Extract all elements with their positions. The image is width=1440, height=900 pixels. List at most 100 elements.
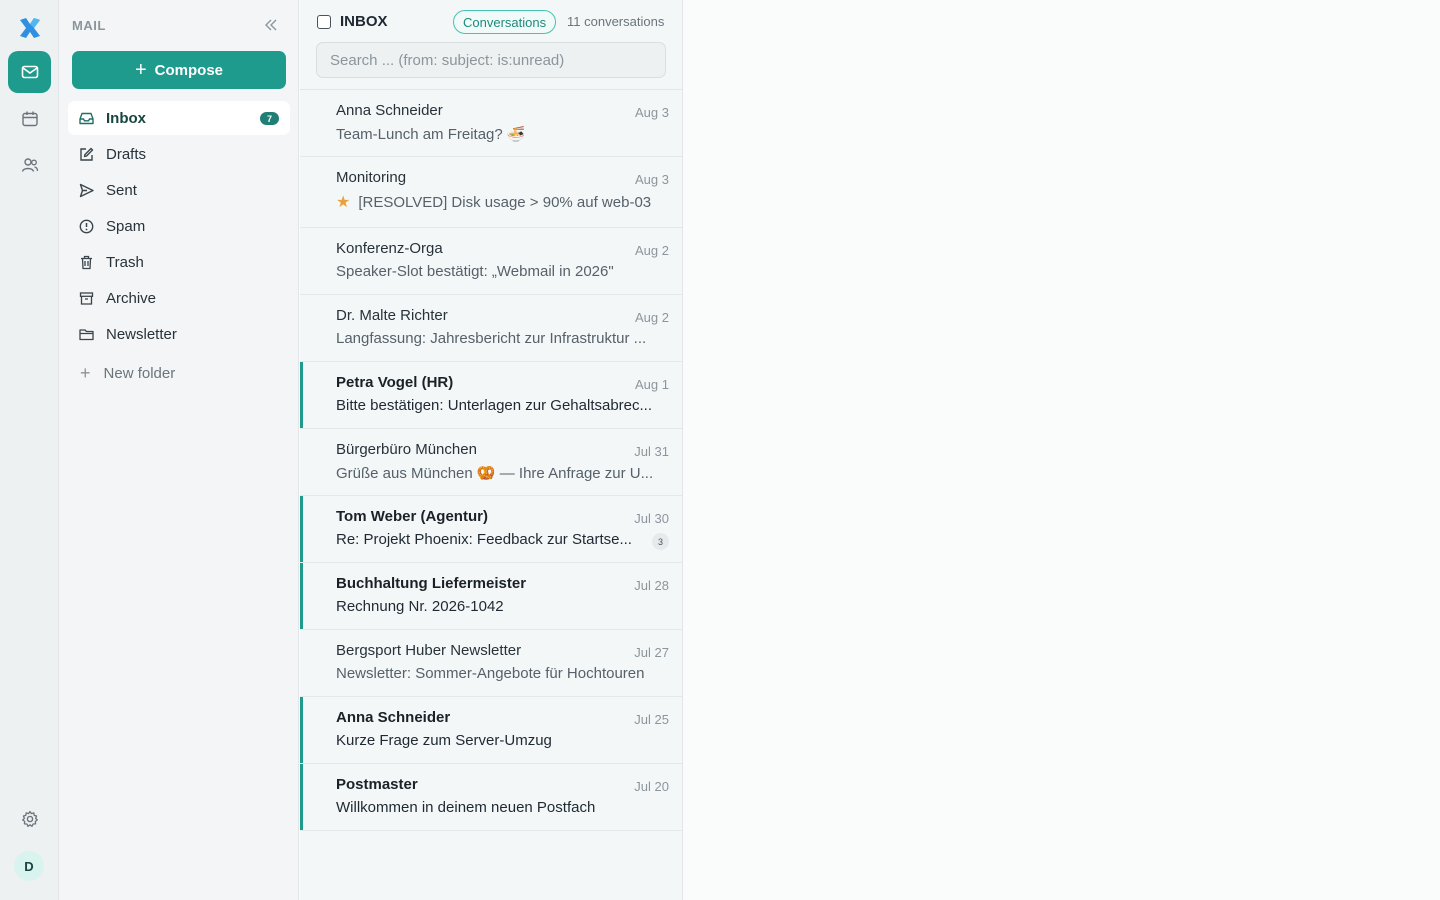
sender-name: Monitoring xyxy=(336,169,407,186)
sender-name: Postmaster xyxy=(336,776,418,793)
sender-name: Konferenz-Orga xyxy=(336,240,443,257)
inbox-icon xyxy=(78,110,95,127)
trash-icon xyxy=(78,254,95,271)
message-subject: Team-Lunch am Freitag? 🍜 xyxy=(336,125,669,143)
mail-icon xyxy=(21,65,38,79)
folder-label: Archive xyxy=(106,289,157,307)
message-date: Jul 28 xyxy=(634,578,669,593)
gear-icon xyxy=(21,810,38,827)
folder-sent[interactable]: Sent xyxy=(68,173,290,207)
message-row[interactable]: Monitoring Aug 3 ★ [RESOLVED] Disk usage … xyxy=(300,157,683,228)
user-avatar[interactable]: D xyxy=(14,851,44,881)
message-date: Jul 30 xyxy=(634,511,669,526)
message-subject: Newsletter: Sommer-Angebote für Hochtour… xyxy=(336,665,669,682)
subject-text: Newsletter: Sommer-Angebote für Hochtour… xyxy=(336,665,645,682)
folder-title: INBOX xyxy=(340,13,388,30)
message-subject: Grüße aus München 🥨 — Ihre Anfrage zur U… xyxy=(336,464,669,482)
message-list-pane: INBOX Conversations 11 conversations Ann… xyxy=(300,0,683,900)
subject-text: Kurze Frage zum Server-Umzug xyxy=(336,732,552,749)
mail-nav-button[interactable] xyxy=(8,51,51,93)
message-subject: Rechnung Nr. 2026-1042 xyxy=(336,598,669,615)
message-subject: Willkommen in deinem neuen Postfach xyxy=(336,799,669,816)
compose-button[interactable]: + Compose xyxy=(72,51,286,89)
folder-trash[interactable]: Trash xyxy=(68,245,290,279)
folder-icon xyxy=(78,326,95,343)
message-row[interactable]: Dr. Malte Richter Aug 2 Langfassung: Jah… xyxy=(300,295,683,362)
subject-text: Willkommen in deinem neuen Postfach xyxy=(336,799,596,816)
plus-icon: + xyxy=(134,59,147,81)
calendar-nav-button[interactable] xyxy=(8,98,51,140)
thread-count-badge: 3 xyxy=(652,533,669,550)
message-date: Jul 20 xyxy=(634,779,669,794)
archive-icon xyxy=(78,290,95,307)
users-icon xyxy=(21,158,38,172)
sender-name: Tom Weber (Agentur) xyxy=(336,508,488,525)
search-input[interactable] xyxy=(316,42,666,78)
message-row[interactable]: Bürgerbüro München Jul 31 Grüße aus Münc… xyxy=(300,429,683,496)
message-date: Aug 3 xyxy=(635,172,669,187)
list-header: INBOX Conversations 11 conversations xyxy=(300,0,683,90)
message-subject: Re: Projekt Phoenix: Feedback zur Starts… xyxy=(336,531,643,548)
message-row-unread[interactable]: Postmaster Jul 20 Willkommen in deinem n… xyxy=(300,764,683,831)
sender-name: Buchhaltung Liefermeister xyxy=(336,575,527,592)
subject-text: Langfassung: Jahresbericht zur Infrastru… xyxy=(336,330,647,347)
message-row-unread[interactable]: Petra Vogel (HR) Aug 1 Bitte bestätigen:… xyxy=(300,362,683,429)
message-subject: Bitte bestätigen: Unterlagen zur Gehalts… xyxy=(336,397,669,414)
sidebar-title: MAIL xyxy=(72,18,106,33)
subject-text: [RESOLVED] Disk usage > 90% auf web-03 xyxy=(358,193,652,211)
message-date: Aug 1 xyxy=(635,377,669,392)
contacts-nav-button[interactable] xyxy=(8,144,51,186)
folder-newsletter[interactable]: Newsletter xyxy=(68,317,290,351)
star-icon[interactable]: ★ xyxy=(336,192,350,212)
message-date: Jul 25 xyxy=(634,712,669,727)
calendar-icon xyxy=(21,111,38,127)
reading-pane-empty xyxy=(684,0,1440,900)
subject-text: Team-Lunch am Freitag? 🍜 xyxy=(336,126,526,143)
plus-icon: + xyxy=(80,362,91,383)
message-subject: ★ [RESOLVED] Disk usage > 90% auf web-03 xyxy=(336,192,669,212)
compose-label: Compose xyxy=(154,61,224,79)
alert-circle-icon xyxy=(78,218,95,235)
subject-text: Bitte bestätigen: Unterlagen zur Gehalts… xyxy=(336,397,653,414)
message-date: Jul 27 xyxy=(634,645,669,660)
folder-drafts[interactable]: Drafts xyxy=(68,137,290,171)
pencil-icon xyxy=(78,146,95,163)
new-folder-label: New folder xyxy=(103,364,176,382)
sender-name: Anna Schneider xyxy=(336,102,443,119)
message-date: Jul 31 xyxy=(634,444,669,459)
select-all-checkbox[interactable] xyxy=(317,15,331,29)
folder-spam[interactable]: Spam xyxy=(68,209,290,243)
conversations-toggle[interactable]: Conversations xyxy=(453,10,557,34)
new-folder-button[interactable]: + New folder xyxy=(68,353,290,393)
message-row-unread[interactable]: Anna Schneider Jul 25 Kurze Frage zum Se… xyxy=(300,697,683,764)
folder-label: Inbox xyxy=(106,109,146,127)
message-row[interactable]: Bergsport Huber Newsletter Jul 27 Newsle… xyxy=(300,630,683,697)
folder-label: Newsletter xyxy=(106,325,177,343)
sender-name: Dr. Malte Richter xyxy=(336,307,448,324)
message-rows: Anna Schneider Aug 3 Team-Lunch am Freit… xyxy=(300,90,683,831)
app-rail: D xyxy=(0,0,59,900)
app-logo-icon xyxy=(16,14,44,42)
sender-name: Anna Schneider xyxy=(336,709,451,726)
chevrons-left-icon xyxy=(265,19,277,31)
message-row[interactable]: Konferenz-Orga Aug 2 Speaker-Slot bestät… xyxy=(300,228,683,295)
message-date: Aug 2 xyxy=(635,310,669,325)
message-row-unread[interactable]: Tom Weber (Agentur) Jul 30 Re: Projekt P… xyxy=(300,496,683,563)
message-row-unread[interactable]: Buchhaltung Liefermeister Jul 28 Rechnun… xyxy=(300,563,683,630)
subject-text: Re: Projekt Phoenix: Feedback zur Starts… xyxy=(336,531,632,548)
message-row[interactable]: Anna Schneider Aug 3 Team-Lunch am Freit… xyxy=(300,90,683,157)
send-icon xyxy=(78,182,95,199)
message-date: Aug 3 xyxy=(635,105,669,120)
message-subject: Speaker-Slot bestätigt: „Webmail in 2026… xyxy=(336,263,669,280)
folder-archive[interactable]: Archive xyxy=(68,281,290,315)
subject-text: Speaker-Slot bestätigt: „Webmail in 2026… xyxy=(336,263,614,280)
folder-inbox[interactable]: Inbox 7 xyxy=(68,101,290,135)
folder-list: Inbox 7 Drafts Sent Spam Trash Archive N… xyxy=(68,101,290,393)
conversation-count: 11 conversations xyxy=(567,14,665,29)
settings-button[interactable] xyxy=(8,798,51,840)
folder-sidebar: MAIL + Compose Inbox 7 Drafts Sent Spam … xyxy=(59,0,299,900)
collapse-sidebar-button[interactable] xyxy=(262,16,280,34)
message-subject: Langfassung: Jahresbericht zur Infrastru… xyxy=(336,330,669,347)
folder-label: Drafts xyxy=(106,145,147,163)
folder-label: Spam xyxy=(106,217,146,235)
